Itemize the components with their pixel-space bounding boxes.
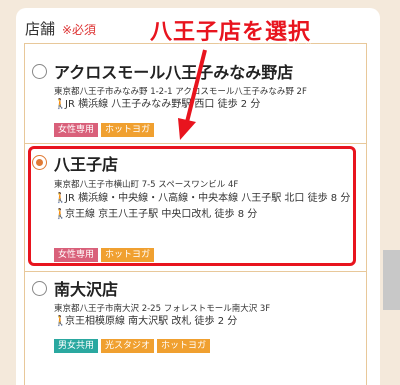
annotation-arrow-icon [178,49,207,140]
annotation-label: 八王子店を選択 [150,20,312,45]
